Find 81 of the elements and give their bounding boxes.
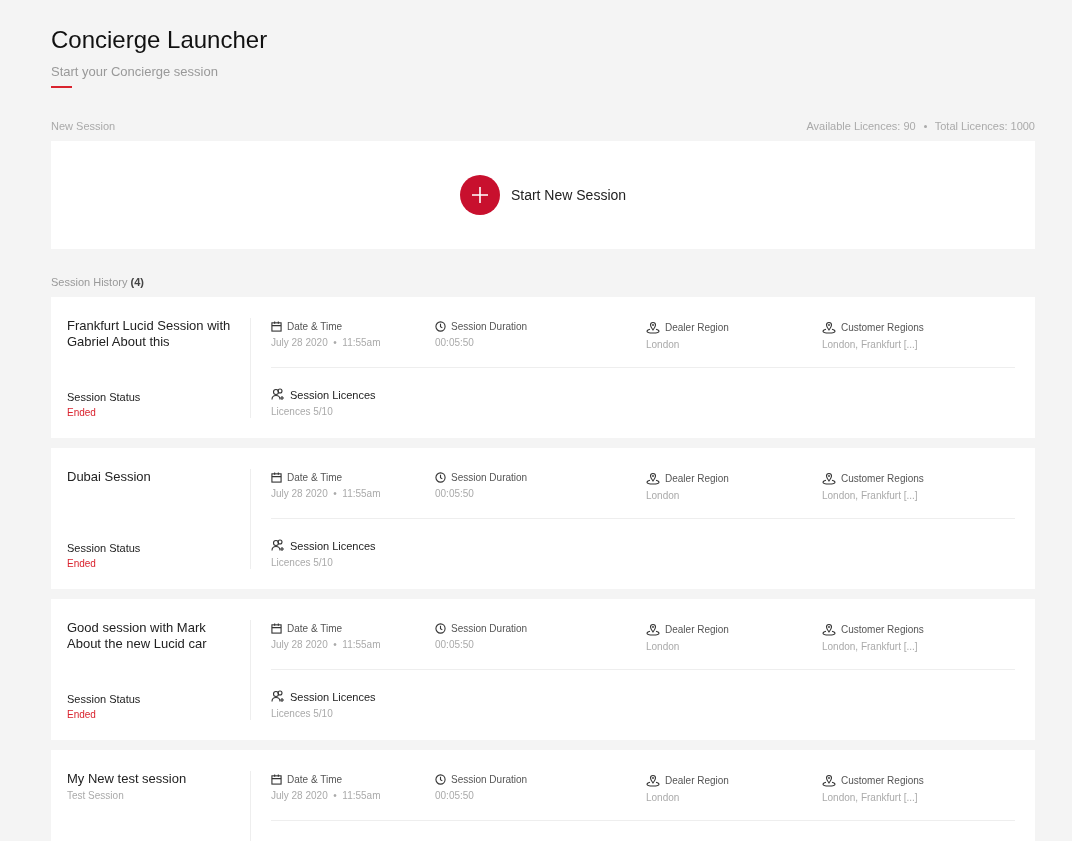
field-value: London, Frankfurt [...]: [822, 641, 919, 652]
field-value: London, Frankfurt [...]: [822, 792, 919, 803]
status-label: Session Status: [67, 391, 142, 403]
field-value: 00:05:50: [435, 639, 475, 650]
field-label: Customer Regions: [841, 624, 924, 635]
session-card[interactable]: [51, 297, 1035, 438]
location-pin-icon: [822, 321, 836, 334]
field-value: 00:05:50: [435, 488, 475, 499]
clock-icon: [435, 623, 446, 634]
location-pin-icon: [646, 472, 660, 485]
location-pin-icon: [822, 774, 836, 787]
start-session-button[interactable]: Start New Session: [459, 175, 627, 215]
clock-icon: [435, 321, 446, 332]
field-label: Date & Time: [287, 321, 343, 332]
page-title: Concierge Launcher: [51, 26, 269, 54]
total-licences: Total Licences: 1000: [934, 120, 1035, 132]
field-value: Licences 5/10: [271, 406, 334, 417]
field-label: Session Licences: [290, 690, 376, 703]
field-value: July 28 2020 • 11:55am: [271, 790, 382, 801]
field-label: Date & Time: [287, 472, 343, 483]
field-label: Session Duration: [451, 472, 528, 483]
field-value: London, Frankfurt [...]: [822, 339, 919, 350]
calendar-icon: [271, 472, 282, 483]
session-title: My New test session: [67, 771, 188, 787]
field-label: Session Duration: [451, 623, 528, 634]
field-value: London: [646, 792, 681, 803]
field-value: Licences 5/10: [271, 557, 334, 568]
calendar-icon: [271, 774, 282, 785]
status-label: Session Status: [67, 542, 142, 554]
plus-icon: [459, 175, 500, 215]
session-card[interactable]: My New test session Test Session Date & Time July 28 2020 • 11:55am Session Duration 00:05:50 Dealer Region London Customer Regions London, Frankfurt [...]: [51, 750, 1035, 841]
status-value: Ended: [67, 709, 97, 720]
location-pin-icon: [646, 321, 660, 334]
field-value: July 28 2020 • 11:55am: [271, 337, 382, 348]
field-label: Dealer Region: [665, 473, 729, 484]
field-label: Session Duration: [451, 774, 528, 785]
location-pin-icon: [646, 623, 660, 636]
clock-icon: [435, 774, 446, 785]
field-label: Dealer Region: [665, 624, 729, 635]
field-value: Licences 5/10: [271, 708, 334, 719]
session-title: Good session with Mark About the new Lucid car: [67, 620, 208, 652]
section-label: New Session: [51, 120, 116, 132]
field-label: Date & Time: [287, 623, 343, 634]
field-value: London: [646, 641, 681, 652]
field-value: London, Frankfurt [...]: [822, 490, 919, 501]
calendar-icon: [271, 321, 282, 332]
field-value: 00:05:50: [435, 337, 475, 348]
field-label: Session Duration: [451, 321, 528, 332]
separator-dot-icon: [923, 124, 927, 128]
field-label: Dealer Region: [665, 775, 729, 786]
available-licences: Available Licences: 90: [806, 120, 916, 132]
clock-icon: [435, 472, 446, 483]
page-subtitle: Start your Concierge session: [51, 64, 219, 79]
field-label: Customer Regions: [841, 473, 924, 484]
location-pin-icon: [822, 472, 836, 485]
status-value: Ended: [67, 558, 97, 569]
people-icon: [271, 388, 285, 401]
field-value: July 28 2020 • 11:55am: [271, 488, 382, 499]
session-subtitle: Test Session: [67, 790, 125, 801]
session-title: Dubai Session: [67, 469, 152, 485]
status-value: Ended: [67, 407, 97, 418]
field-label: Customer Regions: [841, 775, 924, 786]
session-title: Frankfurt Lucid Session with Gabriel About this: [67, 318, 232, 350]
location-pin-icon: [822, 623, 836, 636]
people-icon: [271, 539, 285, 552]
field-label: Session Licences: [290, 388, 376, 401]
field-value: London: [646, 339, 681, 350]
field-label: Customer Regions: [841, 322, 924, 333]
status-label: Session Status: [67, 693, 142, 705]
people-icon: [271, 690, 285, 703]
field-label: Dealer Region: [665, 322, 729, 333]
field-value: London: [646, 490, 681, 501]
location-pin-icon: [646, 774, 660, 787]
section-label: Session History (4): [51, 276, 144, 288]
session-card[interactable]: [51, 599, 1035, 740]
field-label: Date & Time: [287, 774, 343, 785]
field-value: July 28 2020 • 11:55am: [271, 639, 382, 650]
field-value: 00:05:50: [435, 790, 475, 801]
calendar-icon: [271, 623, 282, 634]
session-card[interactable]: Dubai Session Session Status Ended Date & Time July 28 2020 • 11:55am Session Duration 00:05:50 Dealer Region London Customer Regions London, Frankfurt [...] Session Licences Licences 5/10: [51, 448, 1035, 589]
field-label: Session Licences: [290, 539, 376, 552]
